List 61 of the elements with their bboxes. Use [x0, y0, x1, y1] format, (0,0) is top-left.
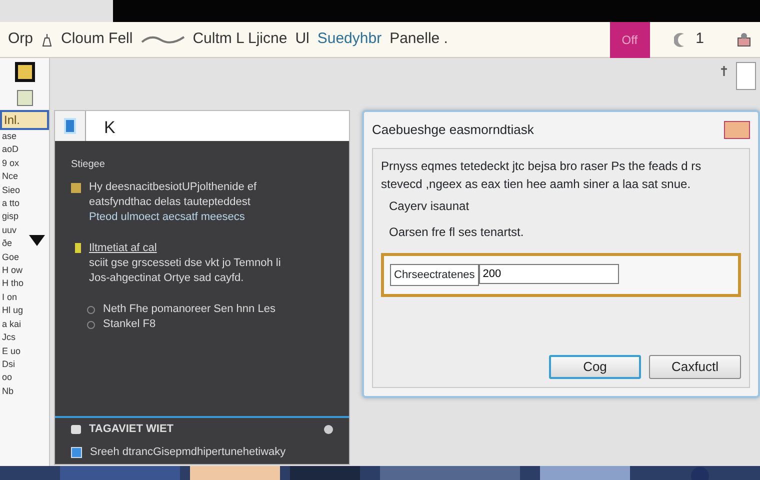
section-title: Hy deesnacitbesiotUPjolthenide ef [89, 180, 257, 195]
panel-heading: Stiegee [71, 158, 106, 172]
dialog-button[interactable]: Cog [549, 355, 641, 379]
note-icon [71, 183, 81, 193]
bell-icon[interactable] [41, 32, 54, 48]
dialog-text: Cayerv isaunat [389, 198, 470, 214]
note-icon [71, 425, 81, 434]
dialog-title: Caebueshge easmorndtiask [372, 121, 534, 139]
image-icon[interactable] [16, 90, 32, 106]
sidebar-item[interactable]: Nb [0, 384, 49, 398]
option-label: Stankel F8 [103, 317, 156, 332]
section-title: Iltmetiat af cal [89, 241, 158, 256]
sidebar-item[interactable]: Dsi [0, 358, 49, 372]
wave-icon[interactable] [140, 34, 185, 46]
sidebar-item[interactable]: ðe [2, 237, 12, 251]
toolbar-item[interactable]: Cultm L Ljicne [192, 28, 288, 51]
footer-text: Sreeh dtrancGisepmdhipertunehetiwaky [90, 445, 287, 460]
footer-text: TAGAVIET WIET [89, 422, 175, 437]
window-icon [71, 447, 82, 458]
sidebar-item[interactable]: Goe [0, 250, 49, 264]
sidebar-item[interactable]: H ow [0, 264, 49, 278]
option-label: Neth Fhe pomanoreer Sen hnn Les [103, 302, 276, 317]
sidebar-item[interactable]: aoD [0, 143, 49, 157]
counter-text: 1 [696, 29, 704, 50]
window-button[interactable] [736, 62, 756, 90]
sidebar-item[interactable]: 9 ox [0, 156, 49, 170]
value-field[interactable]: 200 [478, 264, 619, 284]
user-icon[interactable] [736, 32, 752, 48]
radio-button[interactable] [87, 306, 95, 314]
section-text: Pteod ulmoect aecsatf meesecs [89, 210, 246, 225]
toolbar-item[interactable]: Ul [295, 28, 310, 51]
toolbar-item[interactable]: Orp [8, 28, 34, 51]
panel-tab[interactable]: K [85, 111, 349, 141]
toolbar-item[interactable]: Panelle . [390, 28, 448, 51]
sidebar-item[interactable]: gisp [0, 210, 49, 224]
sidebar-item[interactable]: I on [0, 290, 49, 304]
sidebar-item[interactable]: Nce [0, 170, 49, 184]
section-text: Jos-ahgectinat Ortye sad cayfd. [89, 271, 245, 286]
toolbar-item[interactable]: Suedyhbr [317, 28, 382, 51]
folder-icon[interactable] [14, 62, 34, 82]
close-button[interactable] [724, 120, 750, 139]
sidebar-item[interactable]: H tho [0, 277, 49, 291]
sidebar-item[interactable]: uuv [0, 224, 49, 238]
dialog-button[interactable]: Caxfuctl [649, 355, 741, 379]
sidebar-item[interactable]: ase [0, 130, 49, 144]
sidebar-item[interactable]: Jcs [0, 331, 49, 344]
sidebar-item[interactable]: Inl. [0, 110, 49, 130]
toolbar-item[interactable]: Cloum Fell [61, 28, 133, 51]
radio-button[interactable] [87, 320, 95, 328]
sidebar-item[interactable]: Hl ug [0, 304, 49, 318]
field-label: Chrseectratenes [390, 264, 479, 286]
section-text: sciit gse grscesseti dse vkt jo Temnoh li [89, 256, 281, 271]
sidebar-item[interactable]: E uo [0, 344, 49, 358]
dialog-message: Prnyss eqmes tetedeckt jtc bejsa bro raser Ps the feads d rs stevecd ,ngeex as eax tien hee aamh siner a laa sat snue. [381, 158, 702, 192]
status-dot [324, 425, 333, 434]
sidebar-item[interactable]: Sieo [0, 184, 49, 198]
dialog-text: Oarsen fre fl ses tenartst. [389, 224, 525, 240]
section-text: eatsfyndthac delas tautepteddest [89, 195, 252, 210]
sidebar-item[interactable]: a tto [0, 197, 49, 210]
sidebar-item[interactable]: a kai [0, 318, 49, 332]
sidebar-item[interactable]: oo [0, 371, 49, 385]
